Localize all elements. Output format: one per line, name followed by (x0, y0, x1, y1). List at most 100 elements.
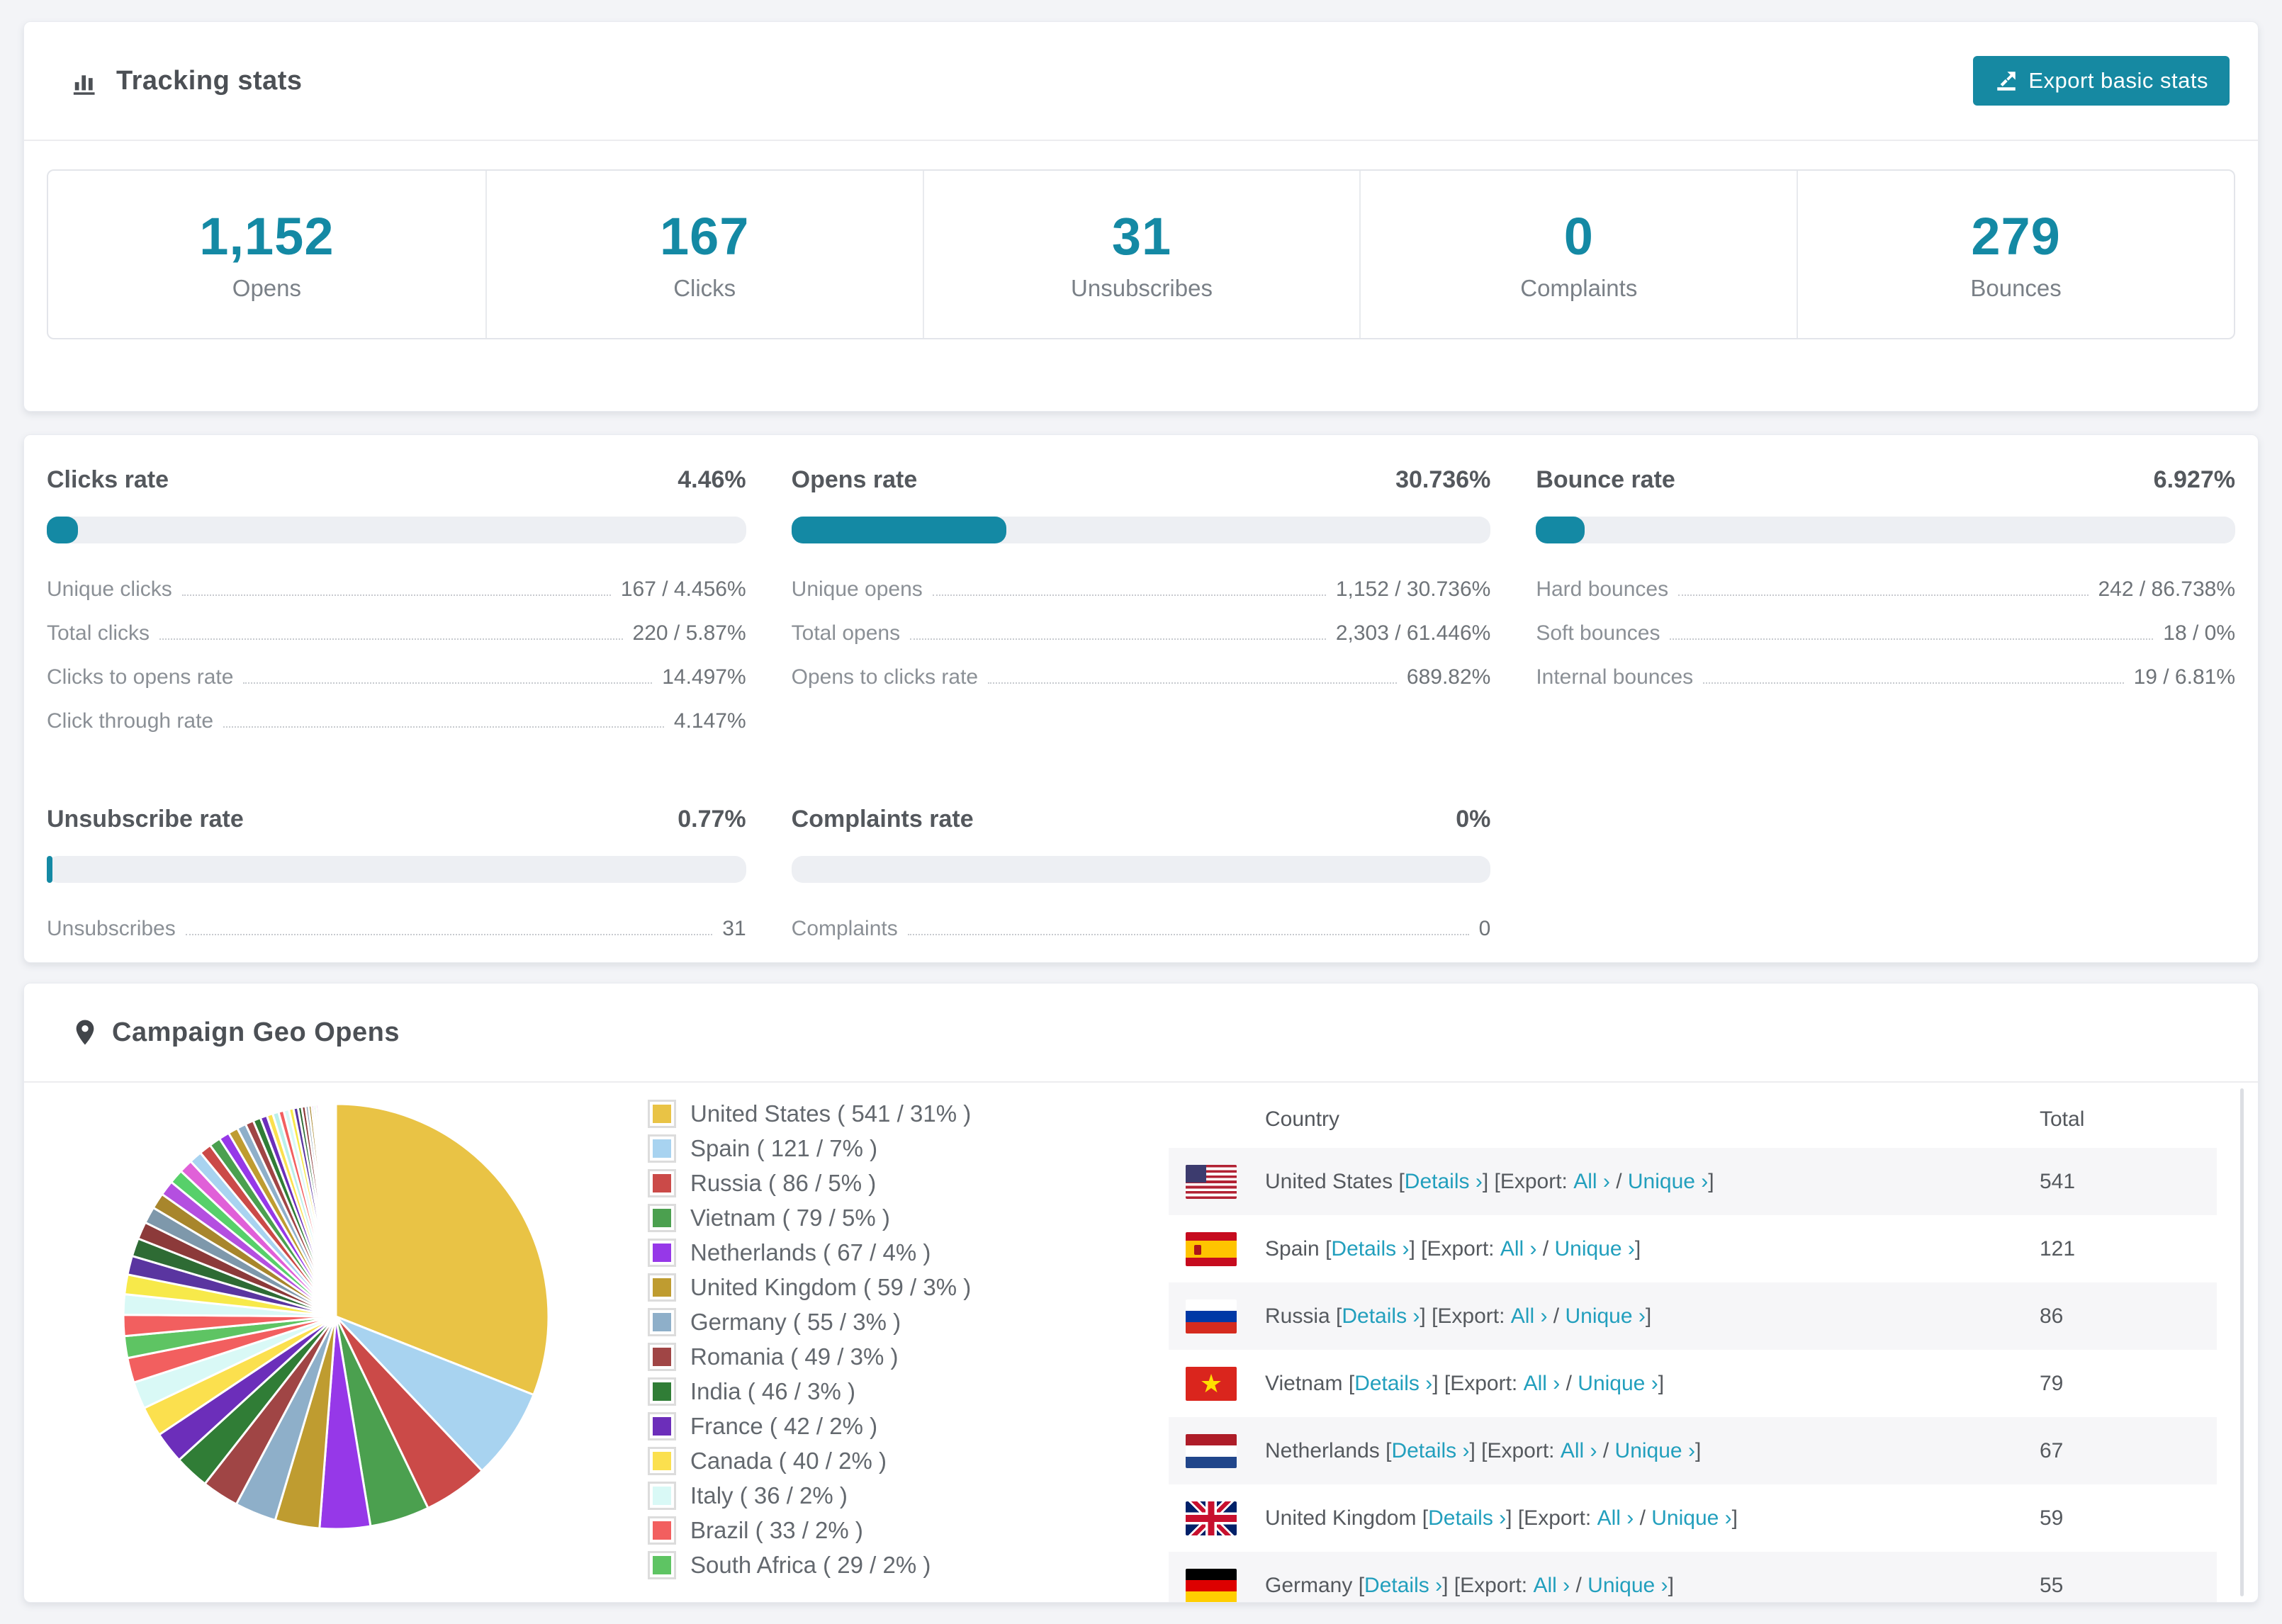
rate-title: Bounce rate (1536, 466, 1675, 493)
legend-label: France ( 42 / 2% ) (690, 1413, 878, 1439)
country-name: United Kingdom (1265, 1506, 1417, 1530)
rate-block-header: Complaints rate 0% (792, 806, 1491, 833)
geo-table-row: United States [Details ›] [Export: All ›… (1169, 1148, 2217, 1215)
gb-flag-icon (1186, 1501, 1237, 1535)
dotted-leader (243, 682, 653, 684)
details-link[interactable]: Details › (1364, 1574, 1442, 1598)
legend-swatch (648, 1100, 676, 1128)
stat-line-value: 14.497% (662, 665, 746, 689)
rate-progress-track (47, 517, 746, 543)
export-all-link[interactable]: All › (1573, 1170, 1610, 1194)
rate-lines: Unique clicks 167 / 4.456% Total clicks 220… (47, 577, 746, 733)
stat-line-label: Soft bounces (1536, 621, 1660, 645)
rate-title: Complaints rate (791, 806, 974, 833)
stat-line-value: 18 / 0% (2163, 621, 2235, 645)
legend-swatch (648, 1273, 676, 1302)
rate-value: 0% (1456, 806, 1491, 833)
legend-label: Romania ( 49 / 3% ) (690, 1343, 899, 1370)
stat-value: 1,152 (199, 207, 335, 266)
dotted-leader (1703, 682, 2124, 684)
details-link[interactable]: Details › (1354, 1372, 1432, 1396)
overview-stat-box: 1,152 Opens (48, 171, 485, 338)
export-unique-link[interactable]: Unique › (1565, 1304, 1645, 1329)
export-all-link[interactable]: All › (1500, 1237, 1537, 1261)
rate-stat-line: Soft bounces 18 / 0% (1536, 621, 2235, 645)
rate-title: Unsubscribe rate (47, 806, 244, 833)
legend-swatch (648, 1447, 676, 1475)
geo-table-scrollbar[interactable] (2240, 1088, 2244, 1596)
export-all-link[interactable]: All › (1561, 1439, 1597, 1463)
rate-block: Clicks rate 4.46% Unique clicks 167 / 4.456… (47, 466, 746, 753)
details-link[interactable]: Details › (1428, 1506, 1506, 1530)
export-all-link[interactable]: All › (1597, 1506, 1634, 1530)
stat-line-label: Internal bounces (1536, 665, 1694, 689)
geo-header: Campaign Geo Opens (24, 983, 2258, 1083)
country-name: Spain (1265, 1236, 1320, 1261)
rates-card: Clicks rate 4.46% Unique clicks 167 / 4.456… (23, 434, 2259, 963)
export-unique-link[interactable]: Unique › (1651, 1506, 1731, 1530)
es-flag-icon (1186, 1231, 1237, 1266)
export-basic-stats-button[interactable]: Export basic stats (1973, 56, 2230, 106)
details-link[interactable]: Details › (1342, 1304, 1420, 1329)
geo-table-header: Country Total (1169, 1091, 2217, 1148)
rate-stat-line: Clicks to opens rate 14.497% (47, 665, 746, 689)
export-unique-link[interactable]: Unique › (1615, 1439, 1695, 1463)
stat-line-label: Unique opens (791, 577, 923, 601)
legend-label: Netherlands ( 67 / 4% ) (690, 1239, 931, 1265)
legend-item: Italy ( 36 / 2% ) (648, 1482, 1169, 1510)
legend-label: Vietnam ( 79 / 5% ) (690, 1205, 890, 1231)
export-unique-link[interactable]: Unique › (1578, 1372, 1658, 1396)
details-link[interactable]: Details › (1405, 1170, 1483, 1194)
dotted-leader (159, 638, 623, 640)
legend-item: Russia ( 86 / 5% ) (648, 1169, 1169, 1197)
us-flag-icon (1186, 1164, 1237, 1199)
stat-line-label: Unsubscribes (47, 917, 176, 940)
row-country-cell: Vietnam [Details ›] [Export: All › / Uni… (1265, 1371, 1665, 1396)
export-button-label: Export basic stats (2028, 68, 2208, 93)
geo-table-row: Russia [Details ›] [Export: All › / Uniq… (1169, 1282, 2217, 1350)
legend-label: United Kingdom ( 59 / 3% ) (690, 1274, 972, 1300)
rate-progress-track (1536, 517, 2235, 543)
export-all-link[interactable]: All › (1533, 1574, 1570, 1598)
export-all-link[interactable]: All › (1511, 1304, 1548, 1329)
details-link[interactable]: Details › (1331, 1237, 1409, 1261)
stat-label: Bounces (1970, 275, 2062, 301)
geo-pie-legend: United States ( 541 / 31% ) Spain ( 121 /… (648, 1091, 1169, 1602)
rate-block: Complaints rate 0% Complaints 0 (791, 806, 1491, 961)
legend-swatch (648, 1377, 676, 1406)
legend-swatch (648, 1343, 676, 1371)
export-unique-link[interactable]: Unique › (1555, 1237, 1635, 1261)
rate-progress-track (791, 517, 1491, 543)
row-total-cell: 541 (2040, 1169, 2076, 1193)
rate-lines: Complaints 0 (792, 917, 1491, 941)
geo-table-row: Vietnam [Details ›] [Export: All › / Uni… (1169, 1350, 2217, 1417)
ru-flag-icon (1186, 1299, 1237, 1333)
row-total-cell: 79 (2040, 1371, 2064, 1395)
legend-label: Germany ( 55 / 3% ) (690, 1309, 901, 1335)
dotted-leader (910, 638, 1326, 640)
export-all-link[interactable]: All › (1524, 1372, 1561, 1396)
rate-title: Clicks rate (47, 466, 169, 493)
de-flag-icon (1186, 1568, 1237, 1602)
rate-stat-line: Internal bounces 19 / 6.81% (1536, 665, 2235, 689)
row-total-cell: 121 (2040, 1236, 2076, 1261)
legend-label: Spain ( 121 / 7% ) (690, 1135, 878, 1161)
legend-swatch (648, 1204, 676, 1232)
overview-stat-box: 167 Clicks (485, 171, 923, 338)
rate-stat-line: Unsubscribes 31 (47, 917, 746, 941)
rate-stat-line: Unique opens 1,152 / 30.736% (792, 577, 1491, 602)
export-unique-link[interactable]: Unique › (1587, 1574, 1668, 1598)
rate-block-header: Unsubscribe rate 0.77% (47, 806, 746, 833)
details-link[interactable]: Details › (1391, 1439, 1469, 1463)
rate-block-header: Opens rate 30.736% (792, 466, 1491, 494)
pie-slice-65 (334, 1103, 337, 1318)
nl-flag-icon (1186, 1433, 1237, 1468)
stat-line-value: 0 (1478, 917, 1491, 940)
export-unique-link[interactable]: Unique › (1628, 1170, 1708, 1194)
rate-block: Unsubscribe rate 0.77% Unsubscribes 31 (47, 806, 746, 961)
rate-block: Opens rate 30.736% Unique opens 1,152 / 30.… (791, 466, 1491, 753)
geo-table-row: Spain [Details ›] [Export: All › / Uniqu… (1169, 1215, 2217, 1282)
geo-title: Campaign Geo Opens (112, 1017, 400, 1047)
stat-line-label: Total clicks (47, 621, 150, 645)
stat-line-value: 220 / 5.87% (632, 621, 746, 645)
